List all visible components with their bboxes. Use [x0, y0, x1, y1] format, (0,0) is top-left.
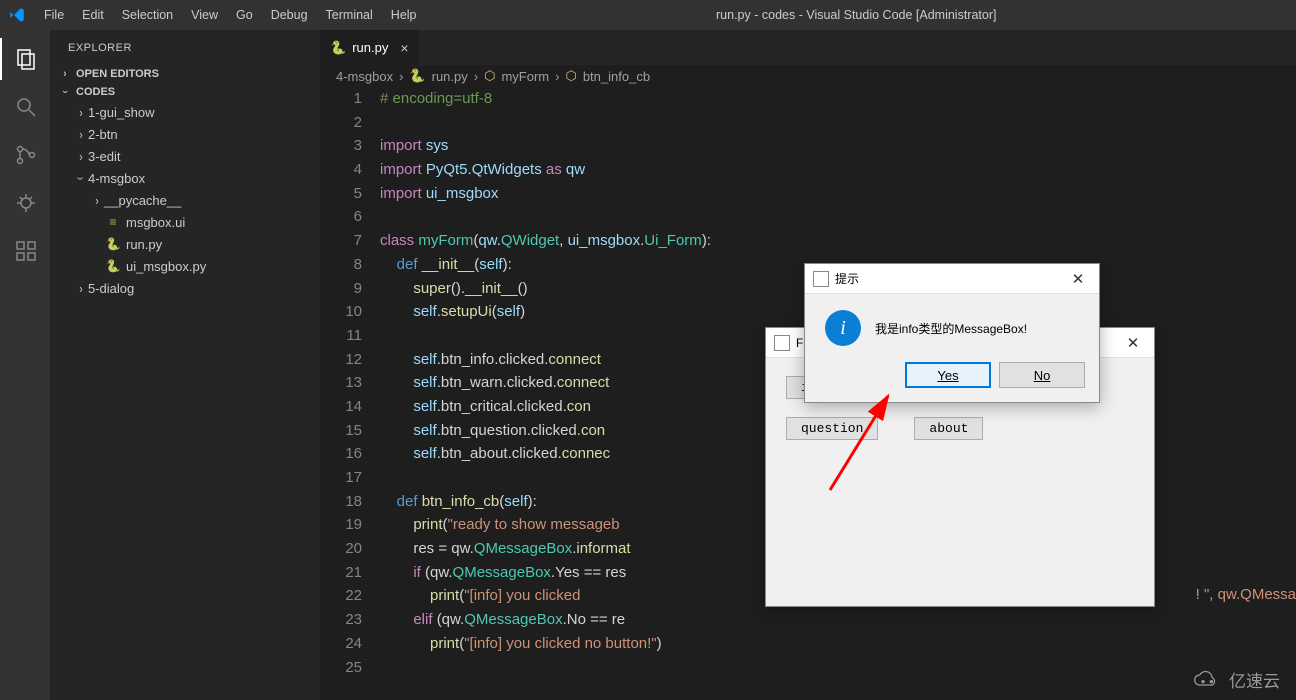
activity-bar — [0, 30, 50, 700]
open-editors-section[interactable]: › OPEN EDITORS — [50, 65, 320, 83]
tree-item-1-gui_show[interactable]: ›1-gui_show — [50, 101, 320, 123]
question-button[interactable]: question — [786, 417, 878, 440]
breadcrumb-icon: ⬡ — [484, 68, 495, 84]
chevron-right-icon: › — [555, 69, 559, 84]
chevron-right-icon: › — [59, 68, 70, 80]
qt-msgbox-title: 提示 — [835, 270, 859, 287]
window-icon — [774, 335, 790, 351]
menu-debug[interactable]: Debug — [263, 4, 316, 26]
tree-item-label: 1-gui_show — [88, 105, 155, 120]
tree-item-label: 4-msgbox — [88, 171, 145, 186]
chevron-right-icon: › — [75, 105, 86, 120]
tree-item-label: 2-btn — [88, 127, 118, 142]
tree-item-run.py[interactable]: 🐍 run.py — [50, 233, 320, 255]
tree-item-4-msgbox[interactable]: ›4-msgbox — [50, 167, 320, 189]
main-menu: FileEditSelectionViewGoDebugTerminalHelp — [36, 4, 425, 26]
tree-item-label: msgbox.ui — [126, 215, 185, 230]
file-tree: ›1-gui_show›2-btn›3-edit›4-msgbox›__pyca… — [50, 101, 320, 299]
chevron-right-icon: › — [75, 127, 86, 142]
window-icon — [813, 271, 829, 287]
workspace-label: CODES — [76, 86, 115, 98]
chevron-right-icon: › — [399, 69, 403, 84]
chevron-right-icon: › — [474, 69, 478, 84]
extensions-icon[interactable] — [0, 230, 50, 272]
breadcrumb-item[interactable]: run.py — [432, 69, 468, 84]
close-icon[interactable]: ✕ — [1120, 334, 1146, 352]
qt-form-title: F — [796, 336, 803, 350]
tree-item-2-btn[interactable]: ›2-btn — [50, 123, 320, 145]
tree-item-5-dialog[interactable]: ›5-dialog — [50, 277, 320, 299]
code-overflow: ! ", qw.QMessa — [1196, 585, 1296, 603]
tab-label: run.py — [352, 40, 388, 55]
qt-msgbox-titlebar[interactable]: 提示 ✕ — [805, 264, 1099, 294]
python-icon: 🐍 — [330, 40, 346, 56]
info-icon: i — [825, 310, 861, 346]
yes-button[interactable]: Yes — [905, 362, 991, 388]
debug-icon[interactable] — [0, 182, 50, 224]
tree-item-__pycache__[interactable]: ›__pycache__ — [50, 189, 320, 211]
qt-messagebox[interactable]: 提示 ✕ i 我是info类型的MessageBox! Yes No — [804, 263, 1100, 403]
tree-item-msgbox.ui[interactable]: ≡ msgbox.ui — [50, 211, 320, 233]
tree-item-3-edit[interactable]: ›3-edit — [50, 145, 320, 167]
vscode-icon — [8, 6, 26, 24]
breadcrumb-item[interactable]: myForm — [501, 69, 549, 84]
window-title: run.py - codes - Visual Studio Code [Adm… — [425, 8, 1288, 22]
chevron-right-icon: › — [75, 281, 86, 296]
tree-item-label: ui_msgbox.py — [126, 259, 206, 274]
menu-terminal[interactable]: Terminal — [318, 4, 381, 26]
about-button[interactable]: about — [914, 417, 983, 440]
msgbox-text: 我是info类型的MessageBox! — [875, 320, 1027, 337]
menu-selection[interactable]: Selection — [114, 4, 181, 26]
editor-tabs: 🐍 run.py × — [320, 30, 1296, 65]
source-control-icon[interactable] — [0, 134, 50, 176]
watermark-label: 亿速云 — [1229, 667, 1280, 692]
chevron-right-icon: › — [91, 193, 102, 208]
workspace-section[interactable]: › CODES — [50, 83, 320, 101]
chevron-right-icon: › — [75, 149, 86, 164]
no-button[interactable]: No — [999, 362, 1085, 388]
menu-help[interactable]: Help — [383, 4, 425, 26]
menu-edit[interactable]: Edit — [74, 4, 112, 26]
tree-item-label: 5-dialog — [88, 281, 134, 296]
titlebar: FileEditSelectionViewGoDebugTerminalHelp… — [0, 0, 1296, 30]
explorer-sidebar: EXPLORER ›OPEN EDITORS ›CODES ›1-gui_sho… — [50, 30, 320, 700]
msgbox-content: i 我是info类型的MessageBox! — [805, 294, 1099, 354]
chevron-down-icon: › — [74, 172, 89, 183]
breadcrumb-icon: 🐍 — [409, 68, 425, 84]
chevron-down-icon: › — [59, 86, 71, 97]
breadcrumb-icon: ⬡ — [565, 68, 576, 84]
tree-item-ui_msgbox.py[interactable]: 🐍 ui_msgbox.py — [50, 255, 320, 277]
watermark: 亿速云 — [1191, 667, 1280, 692]
python-icon: 🐍 — [104, 235, 122, 253]
close-icon[interactable]: × — [400, 40, 408, 56]
tab-run-py[interactable]: 🐍 run.py × — [320, 30, 420, 65]
open-editors-label: OPEN EDITORS — [76, 68, 159, 80]
menu-view[interactable]: View — [183, 4, 226, 26]
close-icon[interactable]: ✕ — [1065, 270, 1091, 288]
breadcrumb-item[interactable]: btn_info_cb — [583, 69, 650, 84]
python-icon: 🐍 — [104, 257, 122, 275]
ui-file-icon: ≡ — [104, 213, 122, 231]
explorer-header: EXPLORER — [50, 30, 320, 65]
breadcrumb[interactable]: 4-msgbox › 🐍 run.py › ⬡ myForm › ⬡ btn_info_cb — [320, 65, 1296, 87]
msgbox-buttons: Yes No — [805, 354, 1099, 402]
tree-item-label: run.py — [126, 237, 162, 252]
cloud-icon — [1191, 670, 1225, 690]
explorer-icon[interactable] — [0, 38, 50, 80]
search-icon[interactable] — [0, 86, 50, 128]
menu-go[interactable]: Go — [228, 4, 261, 26]
menu-file[interactable]: File — [36, 4, 72, 26]
tree-item-label: 3-edit — [88, 149, 121, 164]
line-numbers: 1234567891011121314151617181920212223242… — [320, 87, 380, 700]
breadcrumb-item[interactable]: 4-msgbox — [336, 69, 393, 84]
tree-item-label: __pycache__ — [104, 193, 181, 208]
